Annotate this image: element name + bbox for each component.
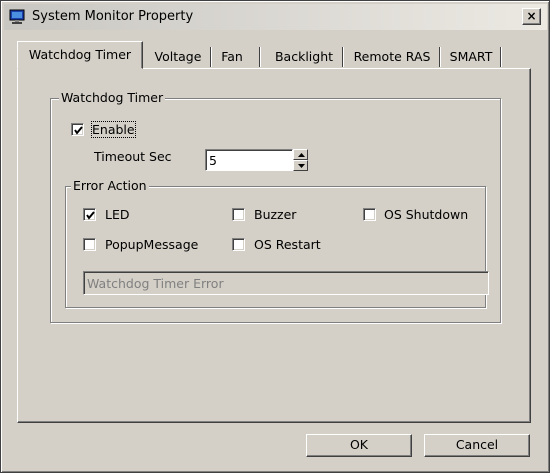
tab-watchdog-timer[interactable]: Watchdog Timer	[17, 41, 143, 69]
popup-message-label: PopupMessage	[105, 237, 199, 252]
cancel-button[interactable]: Cancel	[424, 434, 530, 457]
tab-label: Watchdog Timer	[28, 47, 132, 62]
tab-voltage[interactable]: Voltage	[147, 46, 209, 68]
error-message-value: Watchdog Timer Error	[87, 276, 224, 291]
led-label: LED	[105, 207, 130, 222]
timeout-value: 5	[209, 153, 217, 168]
checkmark-icon	[74, 126, 83, 135]
error-message-field[interactable]: Watchdog Timer Error	[83, 271, 489, 295]
watchdog-timer-group: Watchdog Timer Enable Timeout Sec 5 Erro…	[50, 90, 501, 323]
dialog-window: System Monitor Property × Watchdog Timer…	[0, 0, 550, 473]
tab-separator	[500, 47, 502, 67]
buzzer-label: Buzzer	[254, 207, 297, 222]
group-label: Watchdog Timer	[59, 90, 166, 105]
os-restart-checkbox[interactable]	[232, 238, 245, 251]
tab-bar: Watchdog Timer Voltage Fan Backlight Rem…	[17, 41, 517, 69]
spin-down-button[interactable]	[293, 160, 308, 171]
tab-label: SMART	[449, 49, 493, 64]
tab-remote-ras[interactable]: Remote RAS	[346, 46, 438, 68]
tab-label: Fan	[221, 49, 243, 64]
enable-label[interactable]: Enable	[91, 121, 136, 138]
enable-checkbox[interactable]	[71, 123, 84, 136]
tab-fan[interactable]: Fan	[214, 46, 250, 68]
popup-message-checkbox[interactable]	[83, 238, 96, 251]
ok-label: OK	[349, 437, 369, 452]
timeout-label: Timeout Sec	[94, 149, 172, 164]
arrow-down-icon	[298, 164, 305, 168]
error-action-group: Error Action LED Buzzer OS Shutdown Popu…	[65, 178, 489, 308]
tab-label: Backlight	[274, 49, 334, 64]
ok-button[interactable]: OK	[306, 434, 412, 457]
cancel-label: Cancel	[455, 437, 499, 452]
title-bar[interactable]: System Monitor Property ×	[4, 4, 547, 30]
tab-separator	[439, 47, 441, 67]
monitor-app-icon	[9, 9, 25, 24]
buzzer-checkbox[interactable]	[232, 208, 245, 221]
tab-label: Remote RAS	[353, 49, 431, 64]
os-shutdown-label: OS Shutdown	[384, 207, 469, 222]
timeout-input[interactable]: 5	[205, 149, 293, 171]
os-restart-label: OS Restart	[254, 237, 321, 252]
led-checkbox[interactable]	[83, 208, 96, 221]
tab-backlight[interactable]: Backlight	[267, 46, 341, 68]
close-icon: ×	[526, 9, 537, 23]
checkmark-icon	[86, 211, 95, 220]
arrow-up-icon	[298, 153, 305, 157]
tab-smart[interactable]: SMART	[443, 46, 499, 68]
group-label: Error Action	[71, 178, 149, 193]
close-button[interactable]: ×	[522, 8, 541, 25]
tab-panel: Watchdog Timer Enable Timeout Sec 5 Erro…	[17, 68, 531, 423]
window-title: System Monitor Property	[32, 9, 194, 24]
tab-separator	[259, 47, 261, 67]
tab-separator	[210, 47, 212, 67]
tab-separator	[342, 47, 344, 67]
os-shutdown-checkbox[interactable]	[363, 208, 376, 221]
spin-up-button[interactable]	[293, 149, 308, 160]
tab-label: Voltage	[154, 49, 202, 64]
